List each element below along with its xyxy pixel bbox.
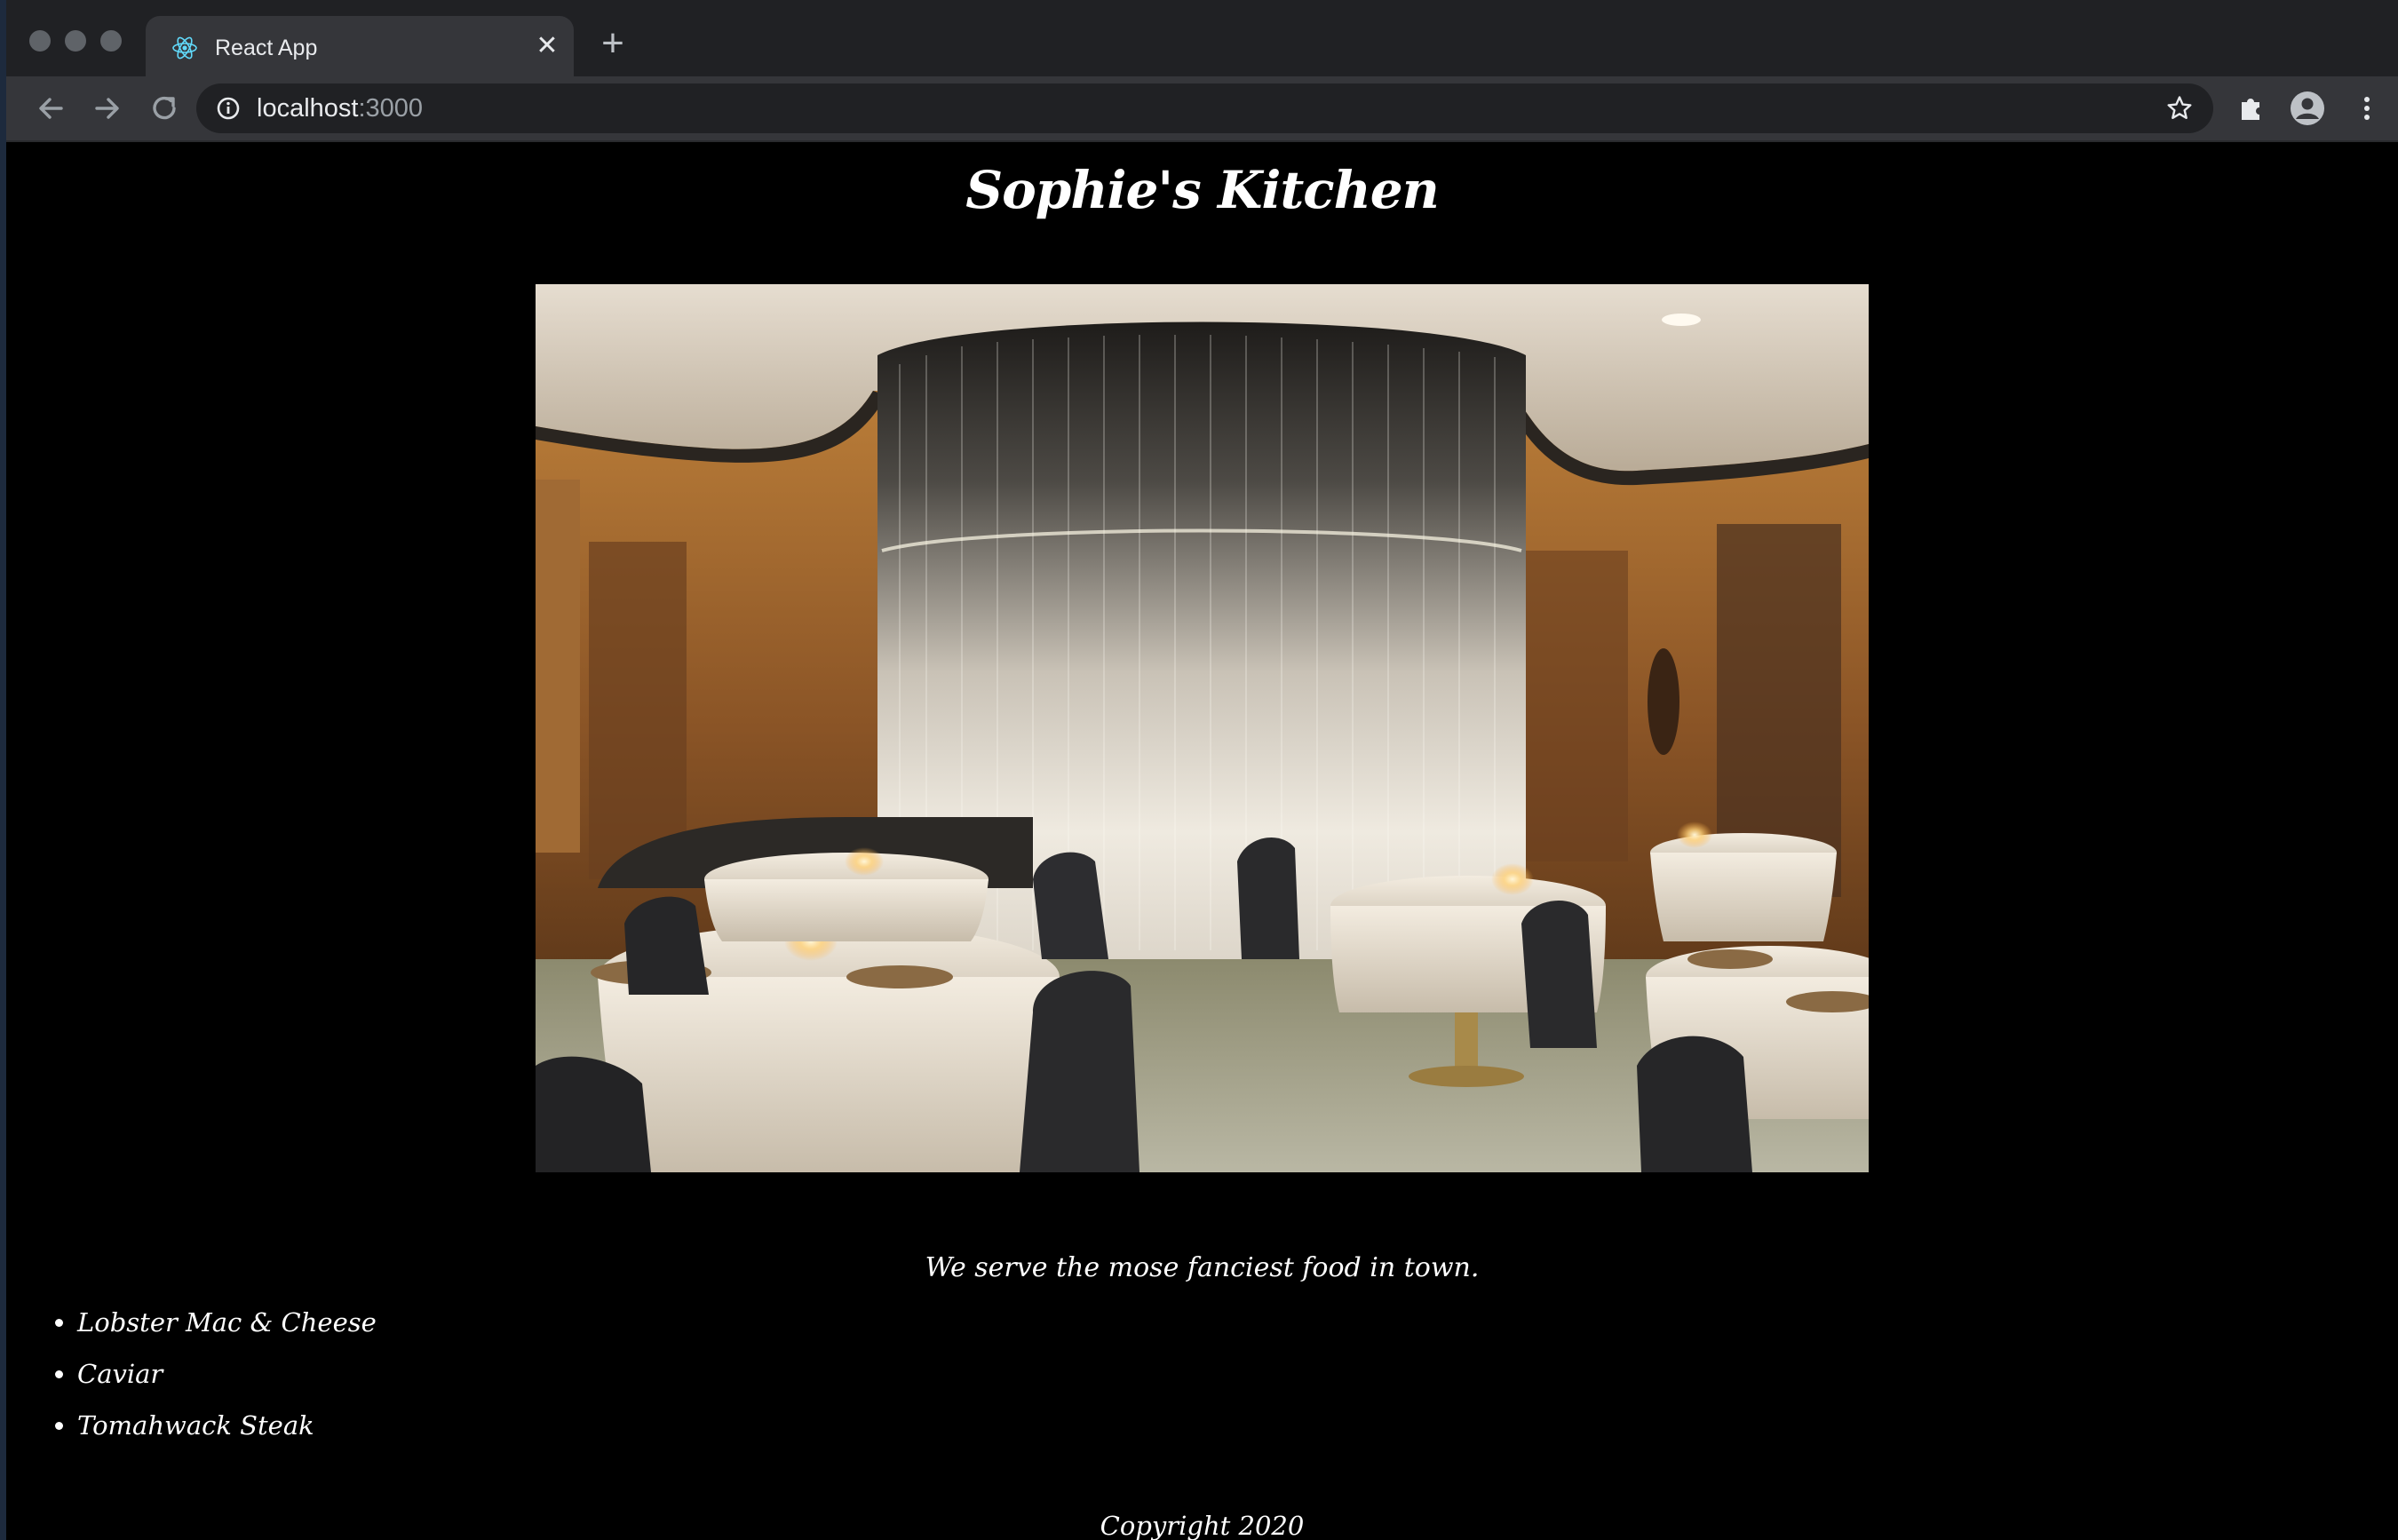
hero-image <box>536 284 1869 1172</box>
page-content: Sophie's Kitchen We serve the mose fanci… <box>6 142 2398 1540</box>
maximize-window-button[interactable] <box>100 30 122 52</box>
page-title: Sophie's Kitchen <box>965 160 1440 220</box>
url-host: localhost <box>257 94 359 123</box>
menu-item: Lobster Mac & Cheese <box>77 1297 377 1348</box>
menu-item: Tomahwack Steak <box>77 1400 377 1451</box>
plus-icon[interactable]: + <box>594 24 631 63</box>
browser-toolbar: localhost:3000 <box>6 76 2398 142</box>
tab-strip: React App ✕ + <box>6 0 2398 76</box>
menu-list: Lobster Mac & Cheese Caviar Tomahwack St… <box>42 1297 377 1451</box>
close-window-button[interactable] <box>29 30 51 52</box>
back-arrow-icon[interactable] <box>31 89 70 128</box>
react-logo-icon <box>172 36 197 60</box>
tab-title: React App <box>215 36 318 60</box>
close-icon[interactable]: ✕ <box>531 30 563 62</box>
extensions-icon[interactable] <box>2234 91 2269 126</box>
url-port: :3000 <box>358 94 424 123</box>
browser-window: React App ✕ + localhost:3000 Sophie's Ki… <box>6 0 2398 1540</box>
info-icon[interactable] <box>216 96 241 121</box>
profile-icon[interactable] <box>2290 91 2325 126</box>
restaurant-dining-room-photo <box>536 284 1869 1172</box>
tab-react-app[interactable]: React App ✕ <box>146 16 574 76</box>
forward-arrow-icon[interactable] <box>88 89 127 128</box>
minimize-window-button[interactable] <box>65 30 86 52</box>
star-icon[interactable] <box>2165 94 2194 123</box>
menu-item: Caviar <box>77 1348 377 1400</box>
url-text[interactable]: localhost:3000 <box>257 94 423 123</box>
tagline: We serve the mose fanciest food in town. <box>925 1252 1480 1283</box>
menu-icon[interactable] <box>2349 91 2385 126</box>
copyright-text: Copyright 2020 <box>1100 1511 1305 1540</box>
reload-icon[interactable] <box>145 89 184 128</box>
address-bar[interactable]: localhost:3000 <box>196 83 2213 133</box>
